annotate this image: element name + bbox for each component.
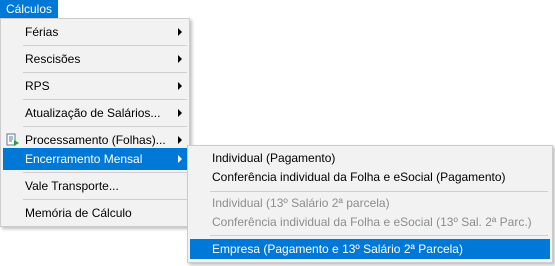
submenu-arrow-icon bbox=[178, 82, 182, 90]
submenu-item-label: Empresa (Pagamento e 13º Salário 2ª Parc… bbox=[212, 242, 463, 256]
menu-separator bbox=[23, 199, 187, 200]
menubar-calculos[interactable]: Cálculos bbox=[0, 0, 59, 18]
submenu-arrow-icon bbox=[178, 109, 182, 117]
calculos-menu: Férias Rescisões RPS Atualização de Salá… bbox=[0, 18, 190, 227]
menu-separator bbox=[23, 126, 187, 127]
menu-separator bbox=[23, 99, 187, 100]
submenu-item-empresa[interactable]: Empresa (Pagamento e 13º Salário 2ª Parc… bbox=[190, 239, 550, 259]
menu-item-vale-transporte[interactable]: Vale Transporte... bbox=[3, 175, 187, 197]
submenu-item-label: Conferência individual da Folha e eSocia… bbox=[212, 215, 532, 229]
menu-separator bbox=[23, 172, 187, 173]
submenu-item-individual-13-salario: Individual (13º Salário 2ª parcela) bbox=[190, 193, 550, 213]
menu-item-label: Férias bbox=[25, 25, 59, 39]
menu-item-atualizacao-salarios[interactable]: Atualização de Salários... bbox=[3, 102, 187, 124]
menu-item-label: Atualização de Salários... bbox=[25, 106, 161, 120]
submenu-arrow-icon bbox=[178, 155, 182, 163]
menu-separator bbox=[23, 72, 187, 73]
submenu-arrow-icon bbox=[178, 55, 182, 63]
document-process-icon bbox=[6, 133, 19, 146]
menu-item-ferias[interactable]: Férias bbox=[3, 21, 187, 43]
submenu-separator bbox=[210, 235, 548, 236]
submenu-arrow-icon bbox=[178, 28, 182, 36]
submenu-item-label: Conferência individual da Folha e eSocia… bbox=[212, 170, 506, 184]
submenu-item-label: Individual (13º Salário 2ª parcela) bbox=[212, 196, 390, 210]
menu-item-rescisoes[interactable]: Rescisões bbox=[3, 48, 187, 70]
submenu-arrow-icon bbox=[178, 136, 182, 144]
menu-separator bbox=[23, 45, 187, 46]
submenu-separator bbox=[210, 191, 548, 192]
submenu-item-conferencia-pagamento[interactable]: Conferência individual da Folha e eSocia… bbox=[190, 167, 550, 187]
menu-item-label: RPS bbox=[25, 79, 50, 93]
menu-item-label: Vale Transporte... bbox=[25, 179, 119, 193]
menu-item-rps[interactable]: RPS bbox=[3, 75, 187, 97]
menu-item-label: Rescisões bbox=[25, 52, 81, 66]
encerramento-mensal-submenu: Individual (Pagamento) Conferência indiv… bbox=[187, 145, 553, 263]
submenu-item-conferencia-13-salario: Conferência individual da Folha e eSocia… bbox=[190, 212, 550, 232]
menu-item-memoria-calculo[interactable]: Memória de Cálculo bbox=[3, 202, 187, 224]
menu-item-label: Memória de Cálculo bbox=[25, 206, 132, 220]
menu-item-label: Encerramento Mensal bbox=[25, 152, 143, 166]
menu-item-encerramento-mensal[interactable]: Encerramento Mensal bbox=[3, 148, 187, 170]
submenu-item-label: Individual (Pagamento) bbox=[212, 151, 336, 165]
submenu-item-individual-pagamento[interactable]: Individual (Pagamento) bbox=[190, 148, 550, 168]
